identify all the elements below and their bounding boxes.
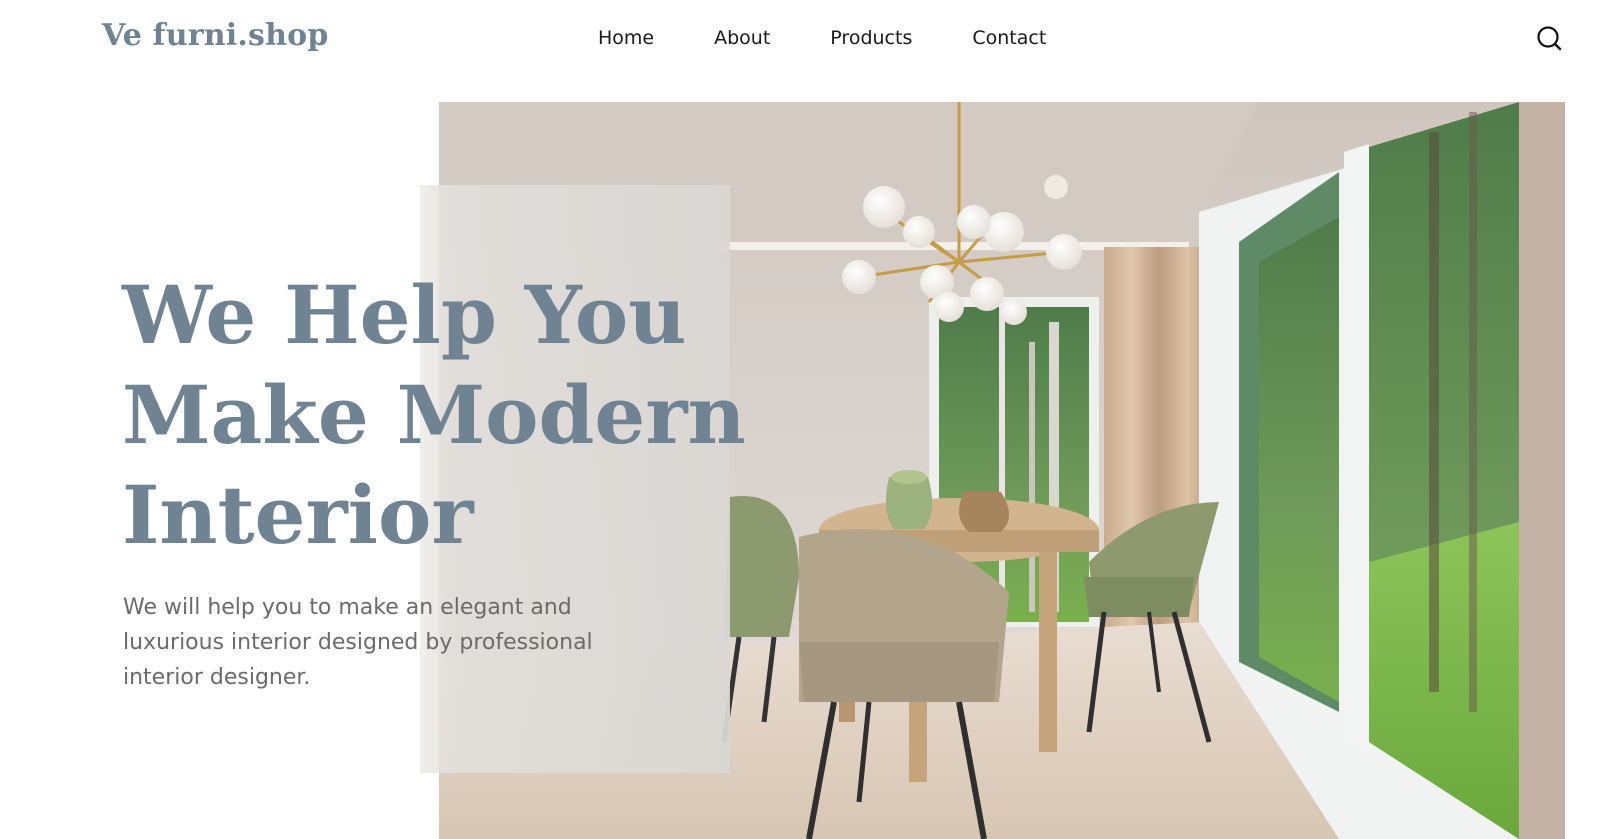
- search-button[interactable]: [1535, 24, 1565, 54]
- nav-link-home[interactable]: Home: [598, 27, 654, 49]
- hero-title-line-2: Make Modern: [122, 368, 746, 462]
- search-icon: [1537, 26, 1562, 51]
- nav-link-about[interactable]: About: [714, 27, 770, 49]
- site-logo[interactable]: Ve furni.shop: [102, 18, 329, 53]
- hero-title-line-1: We Help You: [122, 268, 687, 362]
- nav-link-products[interactable]: Products: [830, 27, 912, 49]
- hero-title-line-3: Interior: [122, 468, 474, 562]
- site-header: Ve furni.shop Home About Products Contac…: [0, 0, 1622, 80]
- hero-title: We Help You Make Modern Interior: [122, 265, 762, 565]
- main-nav: Home About Products Contact: [598, 27, 1046, 49]
- nav-link-contact[interactable]: Contact: [972, 27, 1046, 49]
- hero-subtitle: We will help you to make an elegant and …: [123, 595, 593, 690]
